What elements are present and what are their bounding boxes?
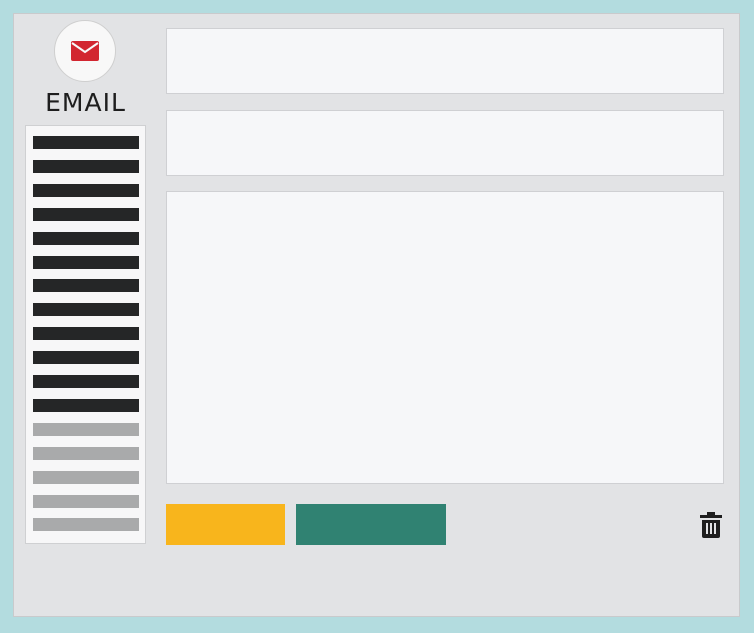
email-logo xyxy=(54,20,116,82)
yellow-action-button[interactable] xyxy=(166,504,285,545)
email-window: EMAIL xyxy=(13,13,740,617)
mail-list-item[interactable] xyxy=(33,518,139,532)
mail-list-item[interactable] xyxy=(33,375,139,388)
mail-list[interactable] xyxy=(25,125,146,544)
mail-list-item[interactable] xyxy=(33,351,139,365)
trash-icon xyxy=(700,512,722,538)
app-title: EMAIL xyxy=(45,88,126,117)
mail-list-item[interactable] xyxy=(33,183,139,197)
mail-list-item[interactable] xyxy=(33,159,139,173)
mail-list-item[interactable] xyxy=(33,446,139,460)
mail-list-item[interactable] xyxy=(33,231,139,245)
envelope-icon xyxy=(71,41,99,61)
delete-button[interactable] xyxy=(698,511,724,539)
to-field[interactable] xyxy=(166,28,724,94)
mail-list-item[interactable] xyxy=(33,303,139,317)
subject-field[interactable] xyxy=(166,110,724,176)
mail-list-item[interactable] xyxy=(33,207,139,221)
mail-list-item[interactable] xyxy=(33,255,139,269)
mail-list-item[interactable] xyxy=(33,327,139,341)
green-action-button[interactable] xyxy=(296,504,446,545)
message-body-field[interactable] xyxy=(166,191,724,484)
mail-list-item[interactable] xyxy=(33,279,139,293)
mail-list-item[interactable] xyxy=(33,422,139,436)
mail-list-item[interactable] xyxy=(33,136,139,149)
mail-list-item[interactable] xyxy=(33,470,139,484)
mail-list-item[interactable] xyxy=(33,494,139,508)
mail-list-item[interactable] xyxy=(33,398,139,412)
